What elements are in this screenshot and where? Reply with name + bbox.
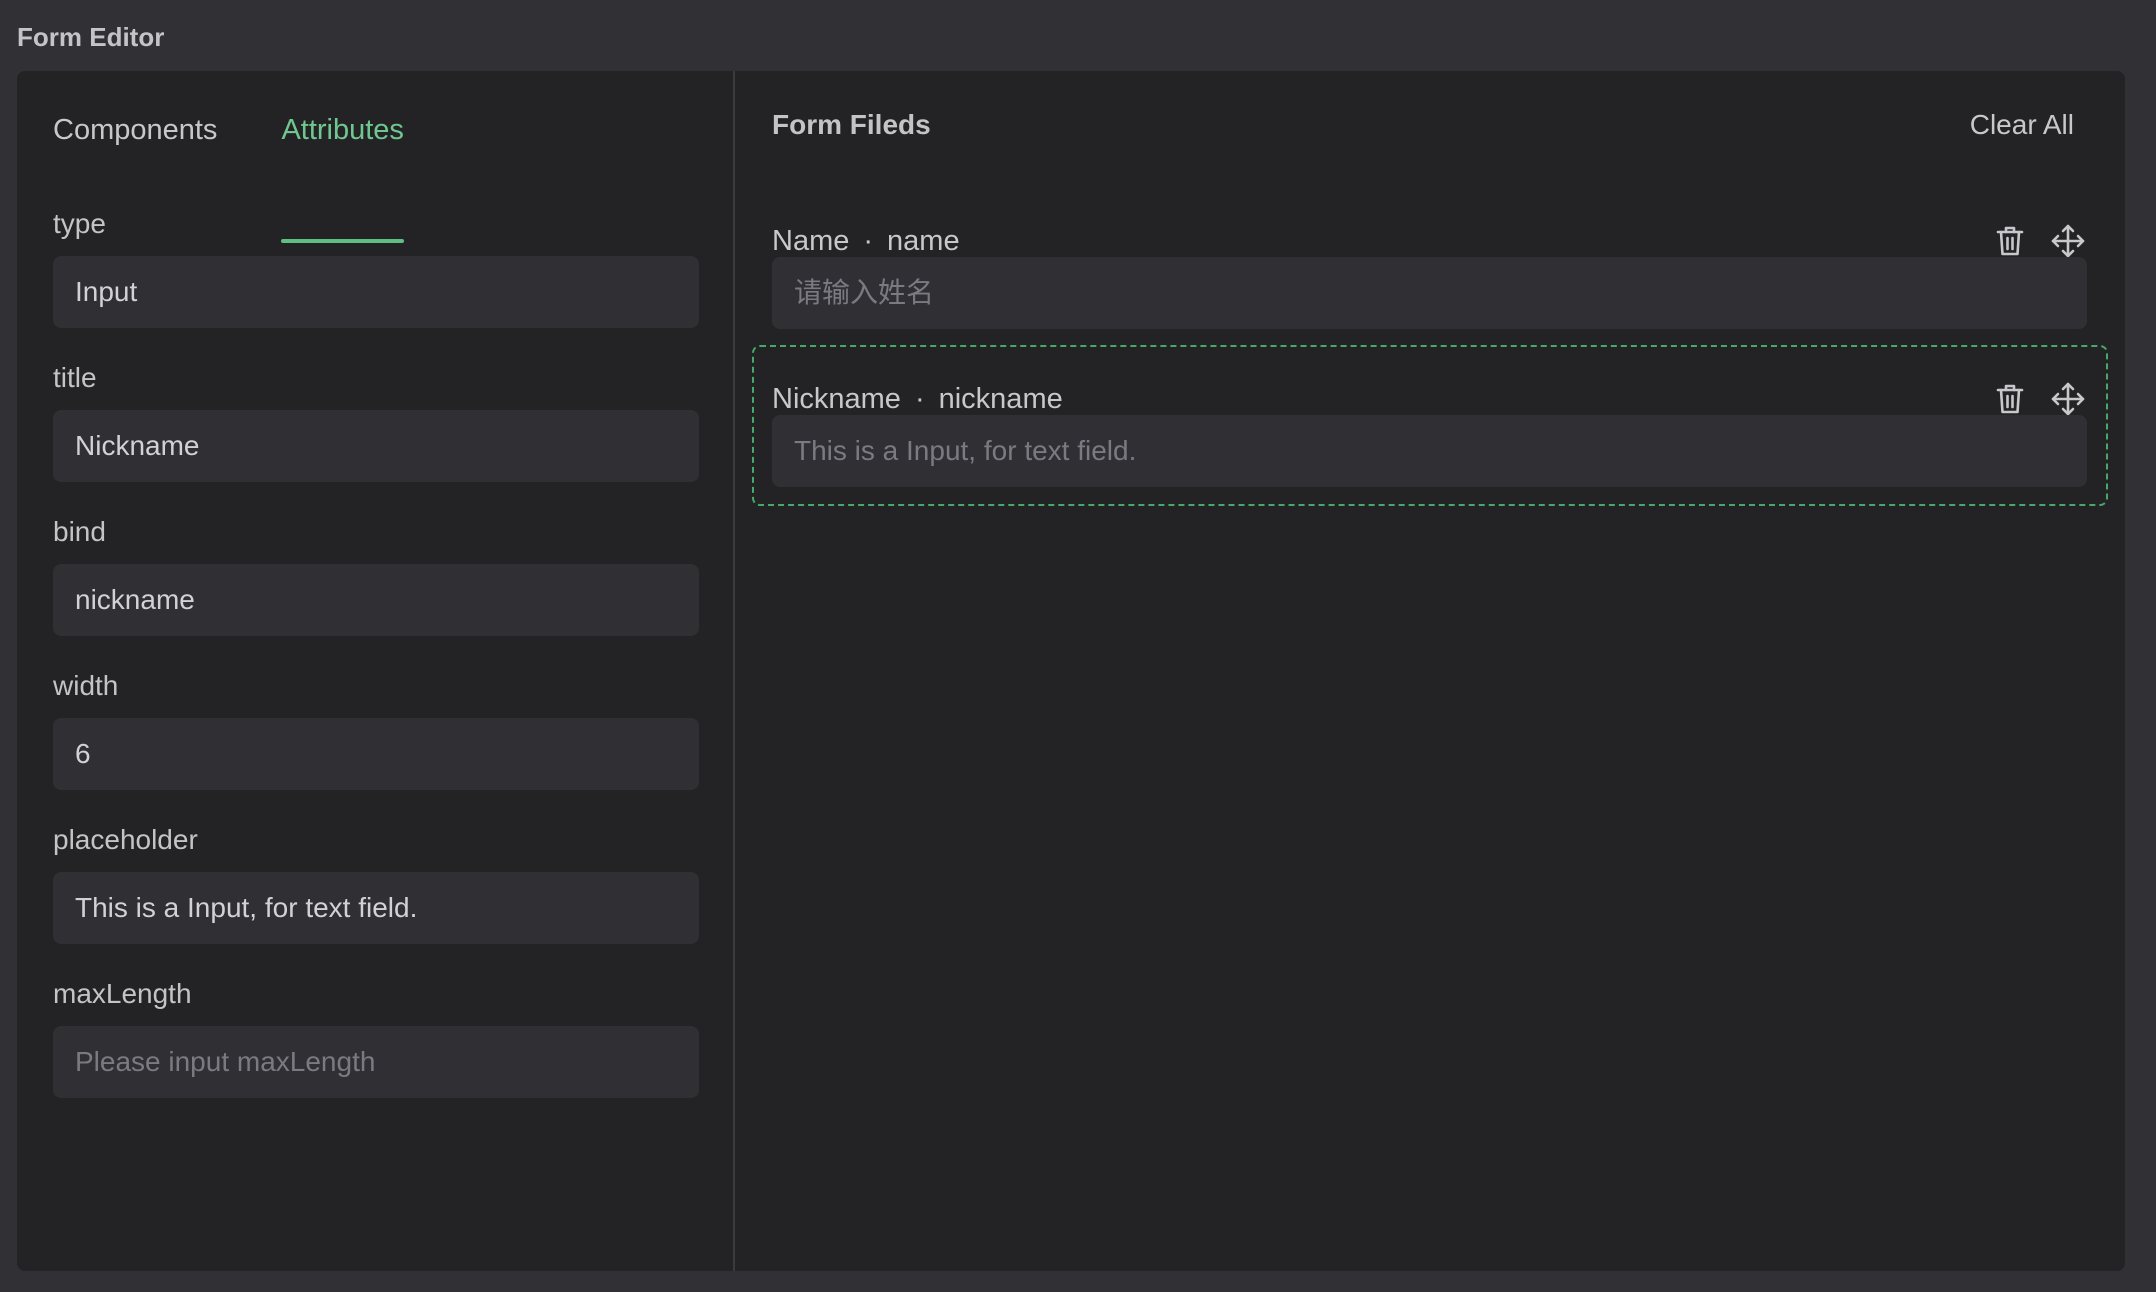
attribute-fields: type title bind width placeholder maxLen…	[53, 204, 699, 1128]
attr-type-group: type	[53, 204, 699, 358]
form-item-actions	[1991, 380, 2087, 418]
attr-title-input[interactable]	[53, 410, 699, 482]
attr-bind-input[interactable]	[53, 564, 699, 636]
attr-width-label: width	[53, 670, 119, 701]
attr-placeholder-label: placeholder	[53, 824, 198, 855]
form-item-bind: name	[887, 224, 960, 257]
attr-type-input[interactable]	[53, 256, 699, 328]
attr-bind-label: bind	[53, 516, 106, 547]
separator-dot: ·	[863, 224, 874, 257]
form-canvas: Form Fileds Clear All Name · name 请输入姓名 …	[735, 71, 2125, 1271]
attr-type-label: type	[53, 208, 106, 239]
attr-title-group: title	[53, 358, 699, 512]
form-fields-title: Form Fileds	[772, 109, 931, 140]
move-arrows-icon[interactable]	[2049, 222, 2087, 260]
form-editor: Components Attributes type title bind wi…	[17, 71, 2125, 1271]
attr-placeholder-input[interactable]	[53, 872, 699, 944]
attr-width-group: width	[53, 666, 699, 820]
attr-title-label: title	[53, 362, 97, 393]
attr-maxlength-group: maxLength	[53, 974, 699, 1128]
trash-icon[interactable]	[1991, 222, 2029, 260]
attr-maxlength-label: maxLength	[53, 978, 192, 1009]
move-arrows-icon[interactable]	[2049, 380, 2087, 418]
form-item-title: Name	[772, 224, 850, 257]
form-item-actions	[1991, 222, 2087, 260]
attributes-panel: Components Attributes type title bind wi…	[17, 71, 735, 1271]
tab-components-label: Components	[53, 114, 218, 146]
form-item-title: Nickname	[772, 382, 901, 415]
attr-placeholder-group: placeholder	[53, 820, 699, 974]
nickname-preview-input[interactable]	[772, 415, 2087, 487]
clear-all-button[interactable]: Clear All	[1970, 105, 2074, 145]
separator-dot: ·	[914, 382, 925, 415]
name-preview-input[interactable]	[772, 257, 2087, 329]
attr-bind-group: bind	[53, 512, 699, 666]
form-item-bind: nickname	[938, 382, 1063, 415]
attr-maxlength-input[interactable]	[53, 1026, 699, 1098]
tab-attributes-label: Attributes	[281, 114, 404, 146]
attr-width-input[interactable]	[53, 718, 699, 790]
trash-icon[interactable]	[1991, 380, 2029, 418]
app-title: Form Editor	[17, 22, 165, 52]
